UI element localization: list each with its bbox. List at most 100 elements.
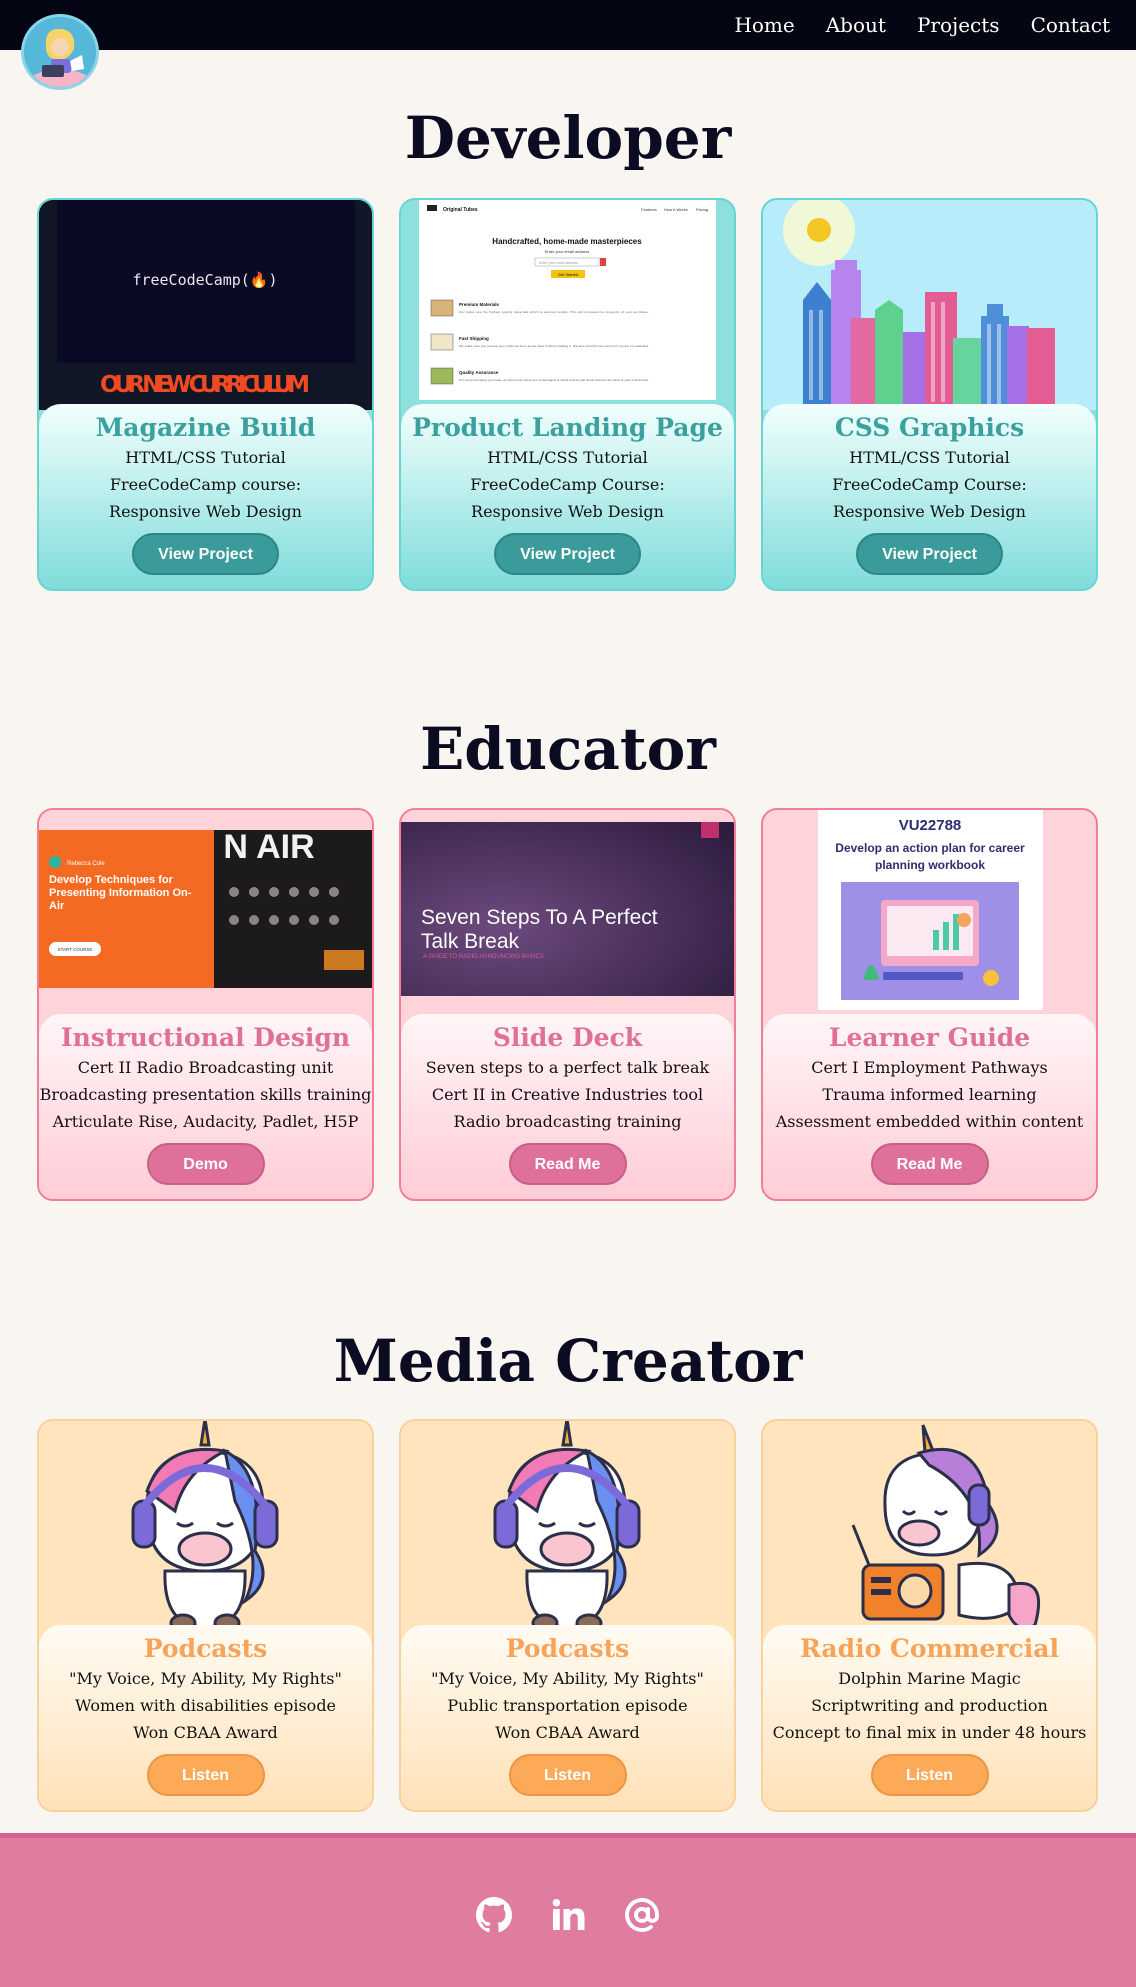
read-me-button[interactable]: Read Me <box>508 1143 627 1185</box>
card-body: Slide Deck Seven steps to a perfect talk… <box>401 1014 734 1199</box>
project-card-landing-page: Original Tubes Features How It Works Pri… <box>399 198 736 591</box>
media-creator-section-title: Media Creator <box>333 1327 803 1395</box>
fcc-brand-text: freeCodeCamp(🔥) <box>132 271 277 289</box>
card-title: Magazine Build <box>95 413 316 442</box>
project-card-instructional-design: Rebecca Cole Develop Techniques for Pres… <box>37 808 374 1201</box>
card-body: Podcasts "My Voice, My Ability, My Right… <box>401 1625 734 1810</box>
card-title: Instructional Design <box>60 1023 351 1052</box>
footer <box>0 1833 1136 1987</box>
slide-deck-thumbnail[interactable]: Seven Steps To A Perfect Talk Break A GU… <box>401 810 734 1020</box>
educator-section-title: Educator <box>420 715 716 783</box>
view-project-button[interactable]: View Project <box>494 533 641 575</box>
card-line: Dolphin Marine Magic <box>838 1669 1021 1688</box>
listen-button[interactable]: Listen <box>146 1754 265 1796</box>
project-card-podcast-1: Podcasts "My Voice, My Ability, My Right… <box>37 1419 374 1812</box>
card-title: Radio Commercial <box>800 1634 1059 1663</box>
card-line: Trauma informed learning <box>822 1085 1037 1104</box>
card-body: Product Landing Page HTML/CSS Tutorial F… <box>401 404 734 589</box>
nav-home-link[interactable]: Home <box>734 13 794 37</box>
unicorn-headphones-illustration[interactable] <box>401 1421 734 1631</box>
card-line: Cert II in Creative Industries tool <box>431 1085 704 1104</box>
demo-button[interactable]: Demo <box>146 1143 265 1185</box>
card-line: HTML/CSS Tutorial <box>849 448 1010 467</box>
developer-section-title: Developer <box>404 104 732 172</box>
card-line: Won CBAA Award <box>133 1723 278 1742</box>
workbook-cover-thumbnail[interactable]: VU22788 Develop an action plan for caree… <box>763 810 1096 1020</box>
svg-text:Enter your email address: Enter your email address <box>539 261 578 265</box>
project-card-learner-guide: VU22788 Develop an action plan for caree… <box>761 808 1098 1201</box>
magazine-thumbnail[interactable]: freeCodeCamp(🔥) OUR NEW CURRICULUM <box>39 200 372 410</box>
svg-text:Handcrafted, home-made masterp: Handcrafted, home-made masterpieces <box>492 237 642 246</box>
card-line: Scriptwriting and production <box>811 1696 1048 1715</box>
rise-course-thumbnail[interactable]: Rebecca Cole Develop Techniques for Pres… <box>39 810 372 1020</box>
svg-text:N AIR: N AIR <box>223 828 314 866</box>
city-skyline-thumbnail[interactable] <box>763 200 1096 410</box>
svg-text:For every purchase you make, w: For every purchase you make, we will ens… <box>459 378 649 382</box>
card-line: Won CBAA Award <box>495 1723 640 1742</box>
project-card-slide-deck: Seven Steps To A Perfect Talk Break A GU… <box>399 808 736 1201</box>
svg-text:Get Started: Get Started <box>558 272 578 277</box>
email-at-icon[interactable] <box>624 1897 660 1933</box>
developer-cards: freeCodeCamp(🔥) OUR NEW CURRICULUM Magaz… <box>37 198 1099 591</box>
project-card-radio-commercial: Radio Commercial Dolphin Marine Magic Sc… <box>761 1419 1098 1812</box>
site-logo-avatar[interactable] <box>21 14 99 90</box>
listen-button[interactable]: Listen <box>870 1754 989 1796</box>
card-line: Concept to final mix in under 48 hours <box>772 1723 1087 1742</box>
card-line: "My Voice, My Ability, My Rights" <box>431 1669 704 1688</box>
card-body: Learner Guide Cert I Employment Pathways… <box>763 1014 1096 1199</box>
svg-text:Fast Shipping: Fast Shipping <box>459 336 489 341</box>
nav-projects-link[interactable]: Projects <box>917 13 1000 37</box>
top-navbar: Home About Projects Contact <box>0 0 1136 50</box>
card-line: FreeCodeCamp course: <box>109 475 302 494</box>
svg-text:START COURSE: START COURSE <box>58 947 93 952</box>
card-line: FreeCodeCamp Course: <box>470 475 665 494</box>
card-line: Women with disabilities episode <box>74 1696 337 1715</box>
svg-text:Features: Features <box>641 207 657 212</box>
card-line: Responsive Web Design <box>833 502 1026 521</box>
card-title: CSS Graphics <box>834 413 1025 442</box>
landing-page-thumbnail[interactable]: Original Tubes Features How It Works Pri… <box>401 200 734 410</box>
card-title: Podcasts <box>143 1634 268 1663</box>
card-title: Slide Deck <box>492 1023 643 1052</box>
svg-text:Enter your email address: Enter your email address <box>545 249 589 254</box>
card-body: Radio Commercial Dolphin Marine Magic Sc… <box>763 1625 1096 1810</box>
view-project-button[interactable]: View Project <box>132 533 279 575</box>
svg-text:How It Works: How It Works <box>664 207 688 212</box>
card-line: Cert I Employment Pathways <box>811 1058 1048 1077</box>
nav-contact-link[interactable]: Contact <box>1031 13 1110 37</box>
card-body: CSS Graphics HTML/CSS Tutorial FreeCodeC… <box>763 404 1096 589</box>
card-title: Podcasts <box>505 1634 630 1663</box>
project-card-magazine: freeCodeCamp(🔥) OUR NEW CURRICULUM Magaz… <box>37 198 374 591</box>
svg-text:Rebecca Cole: Rebecca Cole <box>67 861 105 867</box>
svg-text:We make sure you receive your: We make sure you receive your tubes as s… <box>459 344 649 348</box>
card-line: HTML/CSS Tutorial <box>125 448 286 467</box>
view-project-button[interactable]: View Project <box>856 533 1003 575</box>
social-links <box>0 1838 1136 1987</box>
card-line: HTML/CSS Tutorial <box>487 448 648 467</box>
card-line: Assessment embedded within content <box>775 1112 1084 1131</box>
card-body: Podcasts "My Voice, My Ability, My Right… <box>39 1625 372 1810</box>
media-creator-cards: Podcasts "My Voice, My Ability, My Right… <box>37 1419 1099 1812</box>
card-body: Instructional Design Cert II Radio Broad… <box>39 1014 372 1199</box>
educator-cards: Rebecca Cole Develop Techniques for Pres… <box>37 808 1099 1201</box>
unicorn-radio-illustration[interactable] <box>763 1421 1096 1631</box>
svg-text:Quality Assurance: Quality Assurance <box>459 370 499 375</box>
svg-text:Pricing: Pricing <box>696 207 708 212</box>
svg-text:Our tubes use the highest qual: Our tubes use the highest quality materi… <box>459 310 649 314</box>
linkedin-icon[interactable] <box>550 1897 586 1933</box>
card-line: Broadcasting presentation skills trainin… <box>39 1085 372 1104</box>
github-icon[interactable] <box>476 1897 512 1933</box>
read-me-button[interactable]: Read Me <box>870 1143 989 1185</box>
svg-text:Original Tubes: Original Tubes <box>443 207 478 213</box>
nav-about-link[interactable]: About <box>826 13 886 37</box>
card-line: Radio broadcasting training <box>453 1112 682 1131</box>
card-title: Learner Guide <box>828 1023 1031 1052</box>
card-line: FreeCodeCamp Course: <box>832 475 1027 494</box>
unicorn-headphones-illustration[interactable] <box>39 1421 372 1631</box>
main-nav: Home About Projects Contact <box>734 0 1110 50</box>
card-line: Public transportation episode <box>447 1696 688 1715</box>
card-title: Product Landing Page <box>412 413 723 442</box>
listen-button[interactable]: Listen <box>508 1754 627 1796</box>
svg-text:A GUIDE TO RADIO ANNOUNCING BA: A GUIDE TO RADIO ANNOUNCING BASICS <box>423 954 544 960</box>
project-card-podcast-2: Podcasts "My Voice, My Ability, My Right… <box>399 1419 736 1812</box>
